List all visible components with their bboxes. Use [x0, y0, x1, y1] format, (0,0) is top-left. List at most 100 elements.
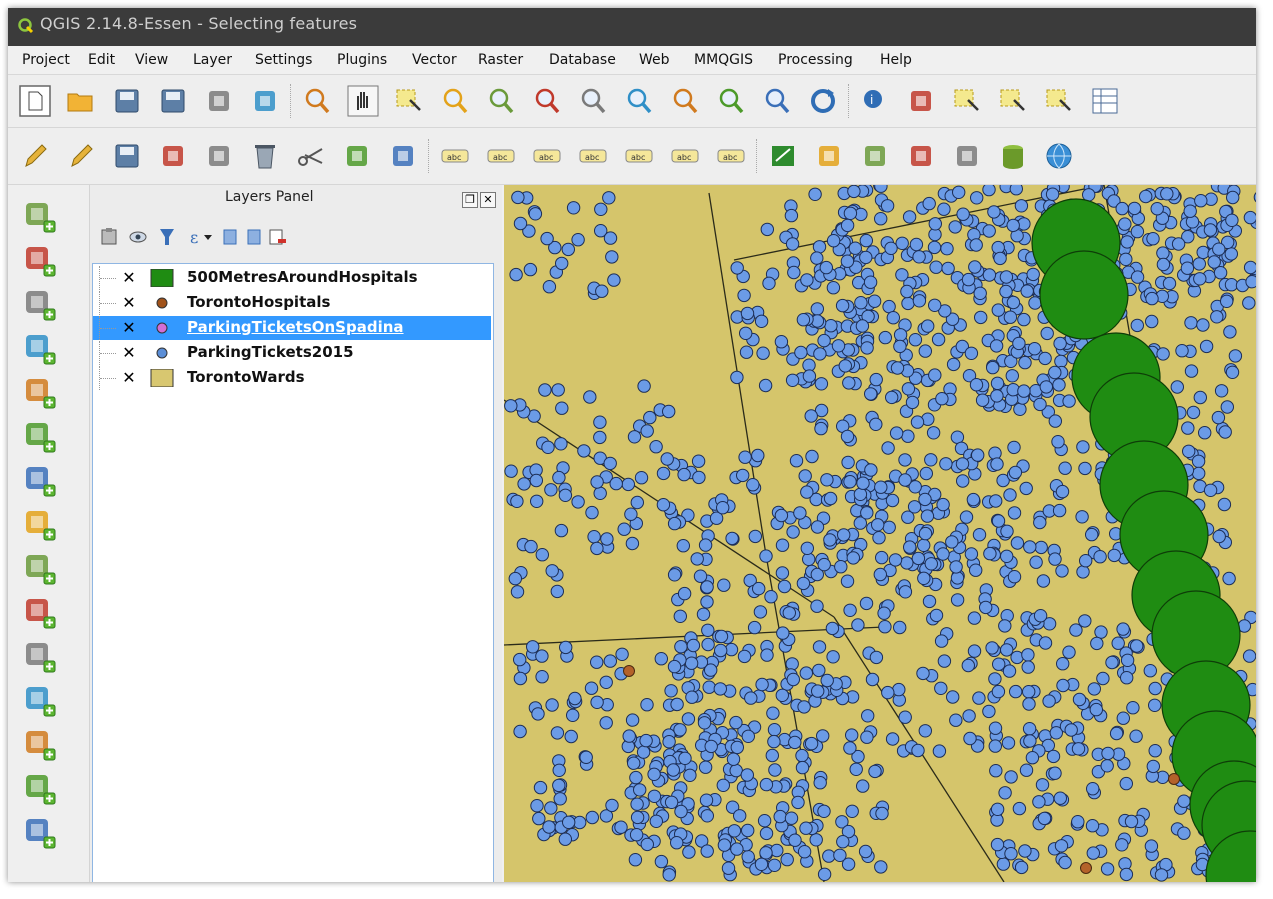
- menu-help[interactable]: Help: [880, 52, 912, 68]
- new-vector-layer-icon[interactable]: [22, 727, 58, 763]
- layer-row-500metresaroundhospitals[interactable]: ✕ 500MetresAroundHospitals: [93, 266, 491, 290]
- add-vector-layer-icon[interactable]: [22, 199, 58, 235]
- add-oracle-layer-icon[interactable]: [22, 419, 58, 455]
- change-label-icon[interactable]: abc: [714, 139, 748, 173]
- svg-text:abc: abc: [631, 153, 645, 162]
- layer-row-parkingticketsonspadina[interactable]: ✕ ParkingTicketsOnSpadina: [93, 316, 491, 340]
- menu-processing[interactable]: Processing: [778, 52, 853, 68]
- zoom-to-layer-icon[interactable]: [668, 84, 702, 118]
- add-spatialite-layer-icon[interactable]: [22, 331, 58, 367]
- deselect-icon[interactable]: [1042, 84, 1076, 118]
- identify-icon[interactable]: i: [858, 84, 892, 118]
- menu-raster[interactable]: Raster: [478, 52, 523, 68]
- paste-features-icon[interactable]: [386, 139, 420, 173]
- float-panel-icon[interactable]: ❐: [462, 192, 478, 208]
- pan-to-selection-icon[interactable]: [392, 84, 426, 118]
- touch-zoom-icon[interactable]: [300, 84, 334, 118]
- layer-row-parkingtickets2015[interactable]: ✕ ParkingTickets2015: [93, 341, 491, 365]
- move-label-icon[interactable]: abc: [622, 139, 656, 173]
- toggle-editing-icon[interactable]: [64, 139, 98, 173]
- add-wfs-layer-icon[interactable]: [22, 595, 58, 631]
- remove-layer-icon[interactable]: [269, 229, 286, 245]
- georef-add-icon[interactable]: [22, 815, 58, 851]
- map-canvas[interactable]: [504, 185, 1256, 882]
- add-delimited-text-icon[interactable]: [22, 639, 58, 675]
- select-features-icon[interactable]: [950, 84, 984, 118]
- layer-visibility-checkbox[interactable]: ✕: [121, 345, 137, 361]
- parking-ticket-point: [1052, 378, 1066, 392]
- menu-vector[interactable]: Vector: [412, 52, 457, 68]
- parking-ticket-point: [739, 345, 754, 359]
- add-db2-layer-icon[interactable]: [22, 463, 58, 499]
- parking-ticket-point: [714, 643, 728, 658]
- filter-legend-icon[interactable]: [160, 229, 174, 245]
- menu-edit[interactable]: Edit: [88, 52, 115, 68]
- save-edits-icon[interactable]: [110, 139, 144, 173]
- add-wcs-layer-icon[interactable]: [22, 551, 58, 587]
- menu-plugins[interactable]: Plugins: [337, 52, 387, 68]
- cut-features-icon[interactable]: [294, 139, 328, 173]
- menu-project[interactable]: Project: [22, 52, 70, 68]
- delete-selected-icon[interactable]: [248, 139, 282, 173]
- add-postgis-layer-icon[interactable]: [22, 287, 58, 323]
- layer-row-torontowards[interactable]: ✕ TorontoWards: [93, 366, 491, 390]
- zoom-in-icon[interactable]: [438, 84, 472, 118]
- add-feature-icon[interactable]: [156, 139, 190, 173]
- add-group-icon[interactable]: [101, 228, 117, 245]
- node-tool-icon[interactable]: [202, 139, 236, 173]
- save-project-icon[interactable]: [110, 84, 144, 118]
- menu-mmqgis[interactable]: MMQGIS: [694, 52, 753, 68]
- close-panel-icon[interactable]: ✕: [480, 192, 496, 208]
- refresh-icon[interactable]: [806, 84, 840, 118]
- new-project-icon[interactable]: [18, 84, 52, 118]
- menu-web[interactable]: Web: [639, 52, 670, 68]
- db-manager-icon[interactable]: [996, 139, 1030, 173]
- layer-visibility-checkbox[interactable]: ✕: [121, 370, 137, 386]
- zoom-out-icon[interactable]: [484, 84, 518, 118]
- filter-by-expression-icon[interactable]: ε: [190, 228, 212, 247]
- globe-icon[interactable]: [1042, 139, 1076, 173]
- open-project-icon[interactable]: [64, 84, 98, 118]
- add-virtual-layer-icon[interactable]: [22, 683, 58, 719]
- db-export-icon[interactable]: [950, 139, 984, 173]
- h-tool-icon[interactable]: [812, 139, 846, 173]
- expand-all-icon[interactable]: [223, 229, 237, 245]
- copy-features-icon[interactable]: [340, 139, 374, 173]
- zoom-to-selection-icon[interactable]: [622, 84, 656, 118]
- add-wms-tile-icon[interactable]: [22, 771, 58, 807]
- zoom-native-icon[interactable]: [530, 84, 564, 118]
- add-mssql-layer-icon[interactable]: [22, 375, 58, 411]
- layer-visibility-checkbox[interactable]: ✕: [121, 320, 137, 336]
- menu-settings[interactable]: Settings: [255, 52, 312, 68]
- label-highlight-icon[interactable]: abc: [484, 139, 518, 173]
- add-raster-layer-icon[interactable]: [22, 243, 58, 279]
- pan-map-icon[interactable]: [346, 84, 380, 118]
- manage-visibility-icon[interactable]: [129, 231, 147, 243]
- rotate-label-icon[interactable]: abc: [668, 139, 702, 173]
- save-as-icon[interactable]: [156, 84, 190, 118]
- pin-labels-icon[interactable]: abc: [530, 139, 564, 173]
- db-import-icon[interactable]: [904, 139, 938, 173]
- parking-ticket-point: [788, 735, 802, 750]
- action-icon[interactable]: [904, 84, 938, 118]
- raster-tool-icon[interactable]: [858, 139, 892, 173]
- new-print-composer-icon[interactable]: [202, 84, 236, 118]
- menu-database[interactable]: Database: [549, 52, 616, 68]
- composer-manager-icon[interactable]: [248, 84, 282, 118]
- zoom-full-icon[interactable]: [576, 84, 610, 118]
- select-by-expression-icon[interactable]: [996, 84, 1030, 118]
- menu-view[interactable]: View: [135, 52, 168, 68]
- georeferencer-icon[interactable]: [766, 139, 800, 173]
- zoom-last-icon[interactable]: [714, 84, 748, 118]
- menu-layer[interactable]: Layer: [193, 52, 232, 68]
- label-icon[interactable]: abc: [438, 139, 472, 173]
- zoom-next-icon[interactable]: [760, 84, 794, 118]
- current-edits-icon[interactable]: [18, 139, 52, 173]
- collapse-all-icon[interactable]: [247, 229, 261, 245]
- layer-visibility-checkbox[interactable]: ✕: [121, 295, 137, 311]
- layer-visibility-checkbox[interactable]: ✕: [121, 270, 137, 286]
- attribute-table-icon[interactable]: [1088, 84, 1122, 118]
- show-hide-labels-icon[interactable]: abc: [576, 139, 610, 173]
- add-wms-layer-icon[interactable]: [22, 507, 58, 543]
- layer-row-torontohospitals[interactable]: ✕ TorontoHospitals: [93, 291, 491, 315]
